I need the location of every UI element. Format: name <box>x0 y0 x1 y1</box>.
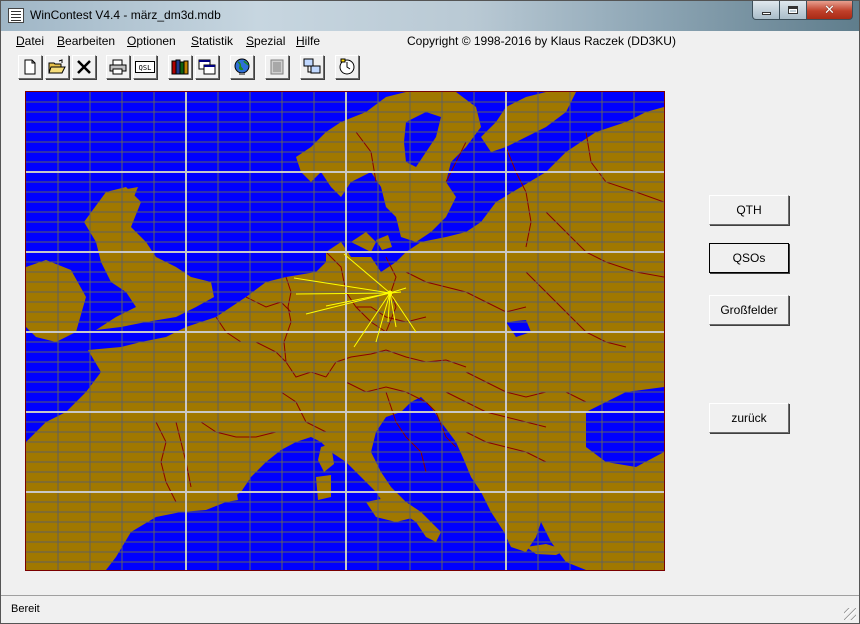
status-text: Bereit <box>11 603 40 615</box>
qsos-button[interactable]: QSOs <box>709 243 789 273</box>
qth-button[interactable]: QTH <box>709 195 789 225</box>
list-button[interactable] <box>265 55 289 79</box>
qsl-button[interactable]: QSL <box>133 55 157 79</box>
globe-icon <box>234 58 250 75</box>
delete-x-icon <box>77 60 91 74</box>
new-document-button[interactable] <box>18 55 42 79</box>
maximize-icon <box>788 6 798 14</box>
close-button[interactable]: ✕ <box>806 1 853 20</box>
app-icon[interactable] <box>8 8 24 23</box>
network-computers-icon <box>303 58 321 74</box>
copy-windows-icon <box>198 59 216 75</box>
status-bar: Bereit <box>1 595 859 623</box>
window-title: WinContest V4.4 - märz_dm3d.mdb <box>30 8 221 22</box>
menu-bearbeiten[interactable]: Bearbeiten <box>57 34 115 48</box>
menu-spezial[interactable]: Spezial <box>246 34 285 48</box>
delete-button[interactable] <box>72 55 96 79</box>
print-button[interactable] <box>106 55 130 79</box>
app-window: WinContest V4.4 - märz_dm3d.mdb ✕ Datei … <box>0 0 860 624</box>
qth-marker <box>387 290 393 296</box>
open-folder-button[interactable] <box>45 55 69 79</box>
svg-text:QSL: QSL <box>139 64 152 72</box>
title-bar[interactable]: WinContest V4.4 - märz_dm3d.mdb ✕ <box>1 1 859 31</box>
resize-grip[interactable] <box>844 608 856 620</box>
menu-optionen[interactable]: Optionen <box>127 34 176 48</box>
back-button[interactable]: zurück <box>709 403 789 433</box>
map-canvas <box>26 92 664 570</box>
menu-bar: Datei Bearbeiten Optionen Statistik Spez… <box>1 31 859 51</box>
open-folder-icon <box>48 59 66 74</box>
new-document-icon <box>24 59 36 75</box>
minimize-button[interactable] <box>752 1 780 20</box>
menu-statistik[interactable]: Statistik <box>191 34 233 48</box>
info-clock-icon <box>339 58 355 75</box>
minimize-icon <box>761 11 771 15</box>
toolbar: QSL <box>1 51 859 83</box>
network-button[interactable] <box>300 55 324 79</box>
printer-icon <box>109 59 127 75</box>
info-button[interactable] <box>335 55 359 79</box>
maximize-button[interactable] <box>779 1 807 20</box>
grossfelder-button[interactable]: Großfelder <box>709 295 789 325</box>
europe-map[interactable] <box>25 91 665 571</box>
copyright-text: Copyright © 1998-2016 by Klaus Raczek (D… <box>407 34 676 48</box>
menu-datei[interactable]: Datei <box>16 34 44 48</box>
books-icon <box>171 59 189 75</box>
globe-button[interactable] <box>230 55 254 79</box>
list-table-icon <box>270 59 284 75</box>
qsl-card-icon: QSL <box>135 61 155 73</box>
menu-hilfe[interactable]: Hilfe <box>296 34 320 48</box>
close-icon: ✕ <box>824 2 835 18</box>
books-button[interactable] <box>168 55 192 79</box>
copy-windows-button[interactable] <box>195 55 219 79</box>
